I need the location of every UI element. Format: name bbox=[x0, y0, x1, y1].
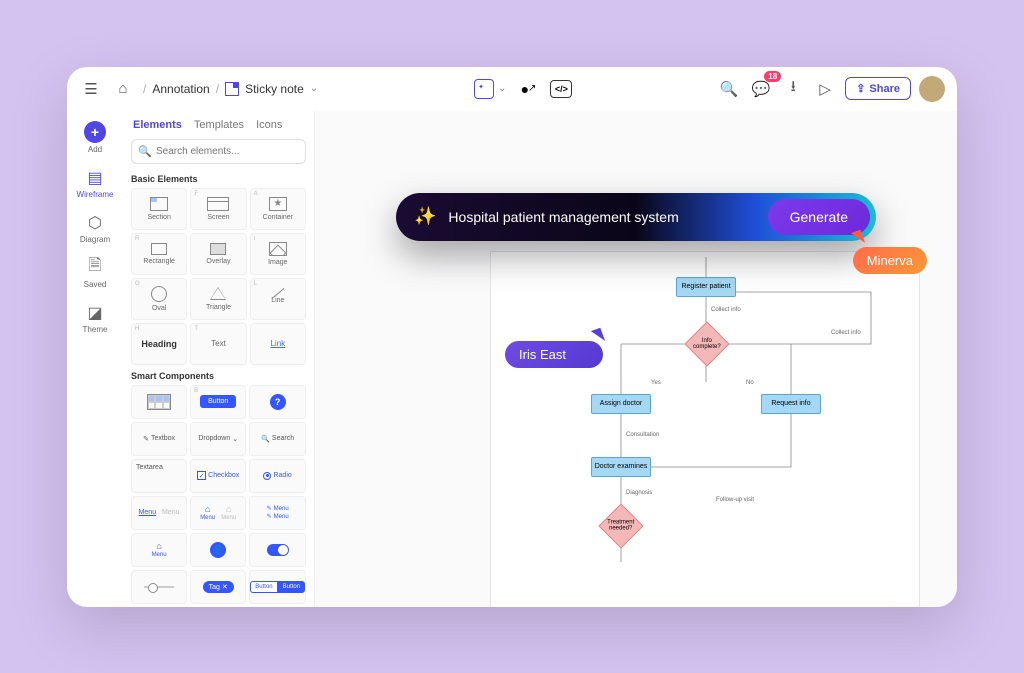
element-oval[interactable]: OOval bbox=[131, 278, 187, 320]
toolbar-center: ⌄ ●↗ </> bbox=[474, 79, 572, 99]
flow-examine[interactable]: Doctor examines bbox=[591, 457, 651, 477]
smart-textarea[interactable]: Textarea bbox=[131, 459, 187, 493]
canvas[interactable]: Register patient Collect info Info compl… bbox=[315, 111, 957, 607]
flow-label-collect: Collect info bbox=[711, 307, 741, 313]
element-heading[interactable]: HHeading bbox=[131, 323, 187, 365]
flow-label-followup: Follow-up visit bbox=[716, 497, 754, 503]
flow-register[interactable]: Register patient bbox=[676, 277, 736, 297]
smart-search[interactable]: 🔍 Search bbox=[249, 422, 306, 456]
flow-label-consult: Consultation bbox=[626, 432, 659, 438]
ai-prompt-bar: ✨ Hospital patient management system Gen… bbox=[396, 193, 876, 241]
smart-checkbox[interactable]: ✓ Checkbox bbox=[190, 459, 246, 493]
flow-treatment[interactable]: Treatment needed? bbox=[598, 503, 643, 548]
theme-icon: ◪ bbox=[85, 303, 105, 323]
smart-tag[interactable]: Tag ✕ bbox=[190, 570, 246, 604]
smart-help[interactable]: ? bbox=[249, 385, 306, 419]
element-link[interactable]: Link bbox=[250, 323, 306, 365]
breadcrumb-root[interactable]: Annotation bbox=[152, 82, 209, 96]
breadcrumb: / Annotation / Sticky note ⌄ bbox=[143, 82, 318, 96]
rail-diagram[interactable]: ⬡Diagram bbox=[67, 207, 123, 250]
smart-button-group[interactable]: ButtonButton bbox=[249, 570, 306, 604]
element-screen[interactable]: FScreen bbox=[190, 188, 246, 230]
smart-button[interactable]: BButton bbox=[190, 385, 246, 419]
comments-icon[interactable]: 💬 bbox=[749, 77, 773, 101]
smart-user[interactable]: 👤 bbox=[190, 533, 246, 567]
flow-tool-icon[interactable]: ●↗ bbox=[521, 81, 537, 97]
smart-menu-home[interactable]: ⌂Menu⌂Menu bbox=[190, 496, 246, 530]
element-overlay[interactable]: Overlay bbox=[190, 233, 246, 275]
rail-theme[interactable]: ◪Theme bbox=[67, 297, 123, 340]
smart-radio[interactable]: Radio bbox=[249, 459, 306, 493]
element-image[interactable]: IImage bbox=[250, 233, 306, 275]
chevron-down-icon[interactable]: ⌄ bbox=[310, 83, 318, 94]
flow-label-diagnosis: Diagnosis bbox=[626, 490, 652, 496]
flow-request[interactable]: Request info bbox=[761, 394, 821, 414]
saved-icon: 🗎 bbox=[85, 258, 105, 278]
element-text[interactable]: TText bbox=[190, 323, 246, 365]
breadcrumb-page[interactable]: Sticky note bbox=[245, 82, 304, 96]
basic-elements-title: Basic Elements bbox=[131, 174, 306, 184]
main-area: +Add ▤Wireframe ⬡Diagram 🗎Saved ◪Theme E… bbox=[67, 111, 957, 607]
home-icon[interactable]: ⌂ bbox=[111, 77, 135, 101]
smart-menu-icon[interactable]: ⌂Menu bbox=[131, 533, 187, 567]
element-rectangle[interactable]: RRectangle bbox=[131, 233, 187, 275]
plus-icon: + bbox=[84, 121, 106, 143]
rail-saved[interactable]: 🗎Saved bbox=[67, 252, 123, 295]
sticky-note-icon bbox=[225, 82, 239, 96]
menu-icon[interactable]: ☰ bbox=[79, 77, 103, 101]
diagram-icon: ⬡ bbox=[85, 213, 105, 233]
flow-assign[interactable]: Assign doctor bbox=[591, 394, 651, 414]
tab-templates[interactable]: Templates bbox=[194, 119, 244, 131]
avatar[interactable] bbox=[919, 76, 945, 102]
rail-add[interactable]: +Add bbox=[67, 115, 123, 160]
top-bar: ☰ ⌂ / Annotation / Sticky note ⌄ ⌄ ●↗ </… bbox=[67, 67, 957, 111]
smart-dropdown[interactable]: Dropdown ⌄ bbox=[190, 422, 246, 456]
search-icon[interactable]: 🔍 bbox=[717, 77, 741, 101]
ai-tool-icon[interactable] bbox=[474, 79, 494, 99]
search-icon: 🔍 bbox=[138, 145, 152, 158]
smart-textbox[interactable]: ✎ Textbox bbox=[131, 422, 187, 456]
sparkle-icon: ✨ bbox=[414, 206, 436, 227]
element-line[interactable]: LLine bbox=[250, 278, 306, 320]
tab-elements[interactable]: Elements bbox=[133, 119, 182, 131]
play-icon[interactable]: ▷ bbox=[813, 77, 837, 101]
element-triangle[interactable]: Triangle bbox=[190, 278, 246, 320]
smart-switch[interactable] bbox=[249, 533, 306, 567]
tab-icons[interactable]: Icons bbox=[256, 119, 282, 131]
cursor-iris: Iris East bbox=[505, 329, 603, 368]
chevron-down-icon[interactable]: ⌄ bbox=[498, 83, 506, 94]
app-window: ☰ ⌂ / Annotation / Sticky note ⌄ ⌄ ●↗ </… bbox=[67, 67, 957, 607]
rail-wireframe[interactable]: ▤Wireframe bbox=[67, 162, 123, 205]
cursor-minerva: Minerva bbox=[853, 231, 927, 274]
element-section[interactable]: Section bbox=[131, 188, 187, 230]
elements-panel: Elements Templates Icons 🔍 Basic Element… bbox=[123, 111, 315, 607]
generate-button[interactable]: Generate bbox=[768, 199, 870, 235]
left-rail: +Add ▤Wireframe ⬡Diagram 🗎Saved ◪Theme bbox=[67, 111, 123, 607]
smart-slider[interactable] bbox=[131, 570, 187, 604]
element-container[interactable]: A★Container bbox=[250, 188, 306, 230]
flow-label-yes: Yes bbox=[651, 380, 661, 386]
download-icon[interactable]: ⭳ bbox=[781, 77, 805, 101]
flow-label-no: No bbox=[746, 380, 754, 386]
smart-menu-tabs[interactable]: Menu Menu bbox=[131, 496, 187, 530]
flowchart-connectors bbox=[491, 252, 919, 607]
code-view-icon[interactable]: </> bbox=[550, 80, 572, 98]
smart-components-title: Smart Components bbox=[131, 371, 306, 381]
search-input[interactable] bbox=[131, 139, 306, 164]
smart-menu-list[interactable]: ✎ Menu✎ Menu bbox=[249, 496, 306, 530]
ai-prompt-text[interactable]: Hospital patient management system bbox=[448, 209, 767, 225]
wireframe-icon: ▤ bbox=[85, 168, 105, 188]
flow-label-collect2: Collect info bbox=[831, 330, 861, 336]
flowchart[interactable]: Register patient Collect info Info compl… bbox=[490, 251, 920, 607]
cursor-arrow-icon bbox=[851, 229, 865, 246]
share-button[interactable]: ⇪Share bbox=[845, 77, 911, 100]
smart-table[interactable] bbox=[131, 385, 187, 419]
flow-complete[interactable]: Info complete? bbox=[684, 321, 729, 366]
